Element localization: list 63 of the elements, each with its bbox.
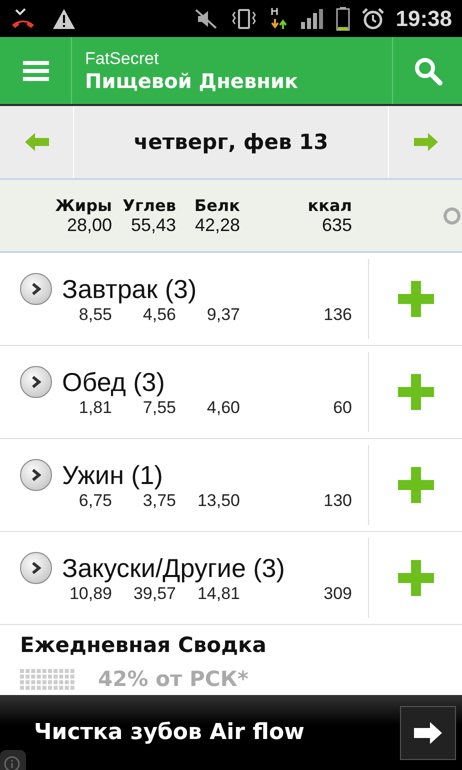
nutrient-value: 309 <box>322 584 352 604</box>
nutrient-value: 13,50 <box>196 491 240 511</box>
info-icon[interactable] <box>0 750 26 770</box>
section-title: Ежедневная Сводка <box>20 633 268 657</box>
chevron-right-icon <box>29 561 43 575</box>
column-header: Жиры <box>54 196 112 214</box>
total-value: 42,28 <box>194 214 240 236</box>
total-value: 55,43 <box>130 214 176 236</box>
vibrate-icon <box>230 8 258 30</box>
ad-open-button[interactable] <box>400 706 456 760</box>
column-header: Углев <box>122 196 176 214</box>
nutrient-value: 1,81 <box>78 398 112 418</box>
rdi-percentage: 42% от РСК* <box>98 667 248 691</box>
nutrient-value: 4,56 <box>142 305 176 325</box>
chevron-right-icon <box>29 468 43 482</box>
meal-name: Закуски/Другие (3) <box>62 552 285 584</box>
total-value: 28,00 <box>66 214 112 236</box>
expand-button[interactable] <box>20 273 52 305</box>
column-header: ккал <box>306 196 352 214</box>
mute-icon <box>194 8 218 30</box>
total-value: 635 <box>320 214 352 236</box>
meal-name: Ужин (1) <box>62 460 163 490</box>
nutrient-value: 39,57 <box>132 584 176 604</box>
plus-icon <box>398 374 434 410</box>
signal-icon <box>300 8 324 30</box>
nutrient-value: 3,75 <box>142 491 176 511</box>
date-label: четверг, фев 13 <box>132 130 330 154</box>
expand-button[interactable] <box>20 366 52 398</box>
nutrient-value: 7,55 <box>142 398 176 418</box>
plus-icon <box>398 467 434 503</box>
status-time: 19:38 <box>396 6 452 32</box>
nutrient-value: 10,89 <box>68 584 112 604</box>
search-icon <box>412 56 442 86</box>
right-arrow-icon <box>414 722 442 744</box>
nutrient-value: 130 <box>322 491 352 511</box>
nutrient-value: 60 <box>332 398 352 418</box>
left-arrow-icon <box>24 133 48 151</box>
nutrient-value: 136 <box>322 305 352 325</box>
column-header: Белк <box>193 196 240 214</box>
progress-grid-icon <box>20 669 76 691</box>
nutrient-value: 8,55 <box>78 305 112 325</box>
screen-title: Пищевой Дневник <box>85 68 300 92</box>
plus-icon <box>398 281 434 317</box>
warning-icon <box>52 8 76 30</box>
nutrient-value: 4,60 <box>206 398 240 418</box>
nutrient-value: 14,81 <box>196 584 240 604</box>
expand-button[interactable] <box>20 552 52 584</box>
alarm-icon <box>362 8 384 30</box>
ad-text: Чистка зубов Air flow <box>34 720 304 745</box>
meal-name: Завтрак (3) <box>62 274 197 304</box>
nutrient-value: 6,75 <box>78 491 112 511</box>
nutrient-value: 9,37 <box>206 305 240 325</box>
right-arrow-icon <box>414 133 438 151</box>
expand-button[interactable] <box>20 459 52 491</box>
battery-icon <box>336 6 350 30</box>
data-transfer-icon <box>270 6 288 30</box>
meal-name: Обед (3) <box>62 366 165 398</box>
missed-call-icon <box>10 8 36 30</box>
chevron-right-icon <box>29 375 43 389</box>
chevron-right-icon <box>29 282 43 296</box>
menu-icon <box>22 60 48 82</box>
app-name: FatSecret <box>85 48 160 68</box>
plus-icon <box>398 560 434 596</box>
